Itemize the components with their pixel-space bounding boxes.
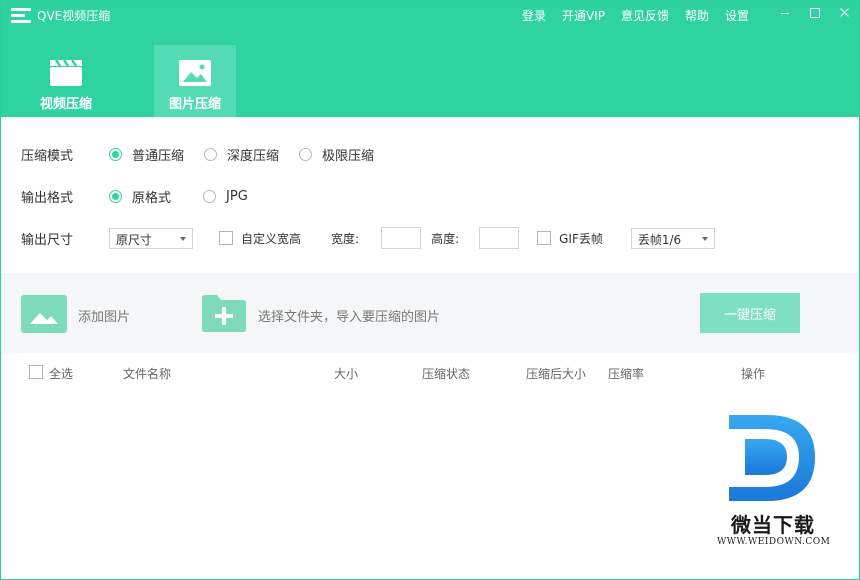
tab-image-label: 图片压缩 — [168, 97, 221, 112]
mode-normal-radio[interactable]: 普通压缩 — [109, 145, 184, 164]
radio-checked-icon — [109, 189, 122, 203]
login-link[interactable]: 登录 — [522, 7, 546, 24]
height-label: 高度: — [431, 231, 460, 246]
choose-folder-button[interactable]: 选择文件夹，导入要压缩的图片 — [258, 306, 440, 325]
watermark: 微当下载 WWW.WEIDOWN.COM — [715, 413, 835, 553]
width-label: 宽度: — [331, 231, 360, 246]
radio-unchecked-icon — [203, 189, 217, 203]
format-original-radio[interactable]: 原格式 — [109, 187, 171, 206]
help-link[interactable]: 帮助 — [685, 7, 709, 24]
size-select[interactable]: 原尺寸 — [109, 227, 193, 249]
file-table-header: 全选 文件名称 大小 压缩状态 压缩后大小 压缩率 操作 — [1, 353, 859, 393]
video-clapper-icon — [50, 59, 82, 86]
select-all-label: 全选 — [49, 367, 74, 381]
vip-link[interactable]: 开通VIP — [562, 7, 605, 24]
height-input[interactable] — [479, 227, 520, 249]
feedback-link[interactable]: 意见反馈 — [621, 7, 669, 24]
column-ratio: 压缩率 — [608, 367, 645, 381]
app-window: QVE视频压缩 登录 开通VIP 意见反馈 帮助 设置 视频压缩 图片压缩 压缩… — [0, 0, 860, 580]
column-actions: 操作 — [741, 367, 766, 381]
radio-unchecked-icon — [299, 147, 313, 161]
chevron-down-icon — [701, 236, 708, 241]
output-size-row: 输出尺寸 原尺寸 自定义宽高 宽度: 高度: GIF丢帧 丢帧1/6 — [21, 226, 715, 250]
format-jpg-label: JPG — [226, 188, 248, 204]
action-bar: 添加图片 选择文件夹，导入要压缩的图片 一键压缩 — [1, 273, 859, 353]
gif-drop-checkbox[interactable] — [537, 231, 552, 245]
watermark-logo-icon — [729, 415, 815, 501]
title-bar: QVE视频压缩 登录 开通VIP 意见反馈 帮助 设置 — [1, 1, 859, 31]
custom-size-checkbox[interactable] — [219, 231, 233, 245]
watermark-name: 微当下载 — [731, 513, 815, 537]
column-compressed-size: 压缩后大小 — [526, 367, 587, 381]
minimize-icon[interactable] — [779, 5, 791, 21]
watermark-url: WWW.WEIDOWN.COM — [717, 537, 831, 547]
output-format-row: 输出格式 原格式 JPG — [21, 184, 268, 208]
mode-deep-radio[interactable]: 深度压缩 — [204, 145, 279, 164]
tab-image-compress[interactable]: 图片压缩 — [154, 45, 236, 117]
column-size: 大小 — [334, 367, 359, 381]
header: QVE视频压缩 登录 开通VIP 意见反馈 帮助 设置 视频压缩 图片压缩 — [1, 1, 859, 117]
top-menu: 登录 开通VIP 意见反馈 帮助 设置 — [522, 7, 749, 24]
column-status: 压缩状态 — [422, 367, 471, 381]
column-filename: 文件名称 — [123, 367, 172, 381]
chevron-down-icon — [180, 236, 186, 241]
format-jpg-radio[interactable]: JPG — [203, 189, 248, 204]
window-controls — [779, 5, 851, 21]
radio-unchecked-icon — [204, 147, 218, 161]
app-logo-icon — [11, 8, 31, 23]
add-image-button[interactable]: 添加图片 — [78, 306, 130, 325]
gif-drop-select-value: 丢帧1/6 — [637, 232, 682, 247]
mode-extreme-label: 极限压缩 — [322, 148, 375, 164]
gif-drop-label: GIF丢帧 — [559, 231, 603, 246]
add-image-icon[interactable] — [21, 295, 67, 333]
image-icon — [179, 60, 211, 86]
width-input[interactable] — [381, 227, 422, 249]
radio-checked-icon — [109, 147, 122, 161]
compress-mode-label: 压缩模式 — [21, 148, 74, 164]
custom-size-label: 自定义宽高 — [241, 231, 302, 246]
mode-normal-label: 普通压缩 — [132, 148, 185, 164]
settings-panel: 压缩模式 普通压缩 深度压缩 极限压缩 输出格式 原格式 JPG 输出尺寸 原尺… — [1, 117, 859, 273]
tab-video-compress[interactable]: 视频压缩 — [25, 45, 107, 117]
gif-drop-select[interactable]: 丢帧1/6 — [630, 227, 715, 249]
tab-video-label: 视频压缩 — [39, 97, 92, 112]
close-icon[interactable] — [839, 5, 851, 21]
mode-extreme-radio[interactable]: 极限压缩 — [299, 145, 374, 164]
compress-all-button[interactable]: 一键压缩 — [700, 293, 800, 333]
maximize-icon[interactable] — [809, 5, 821, 21]
compress-mode-row: 压缩模式 普通压缩 深度压缩 极限压缩 — [21, 142, 394, 166]
add-folder-icon[interactable] — [201, 293, 247, 333]
output-format-label: 输出格式 — [21, 190, 74, 206]
size-select-value: 原尺寸 — [116, 232, 153, 247]
format-original-label: 原格式 — [132, 190, 172, 206]
select-all-checkbox[interactable] — [29, 365, 43, 379]
output-size-label: 输出尺寸 — [21, 232, 74, 248]
settings-link[interactable]: 设置 — [725, 7, 749, 24]
app-title: QVE视频压缩 — [37, 9, 111, 23]
mode-deep-label: 深度压缩 — [227, 148, 280, 164]
